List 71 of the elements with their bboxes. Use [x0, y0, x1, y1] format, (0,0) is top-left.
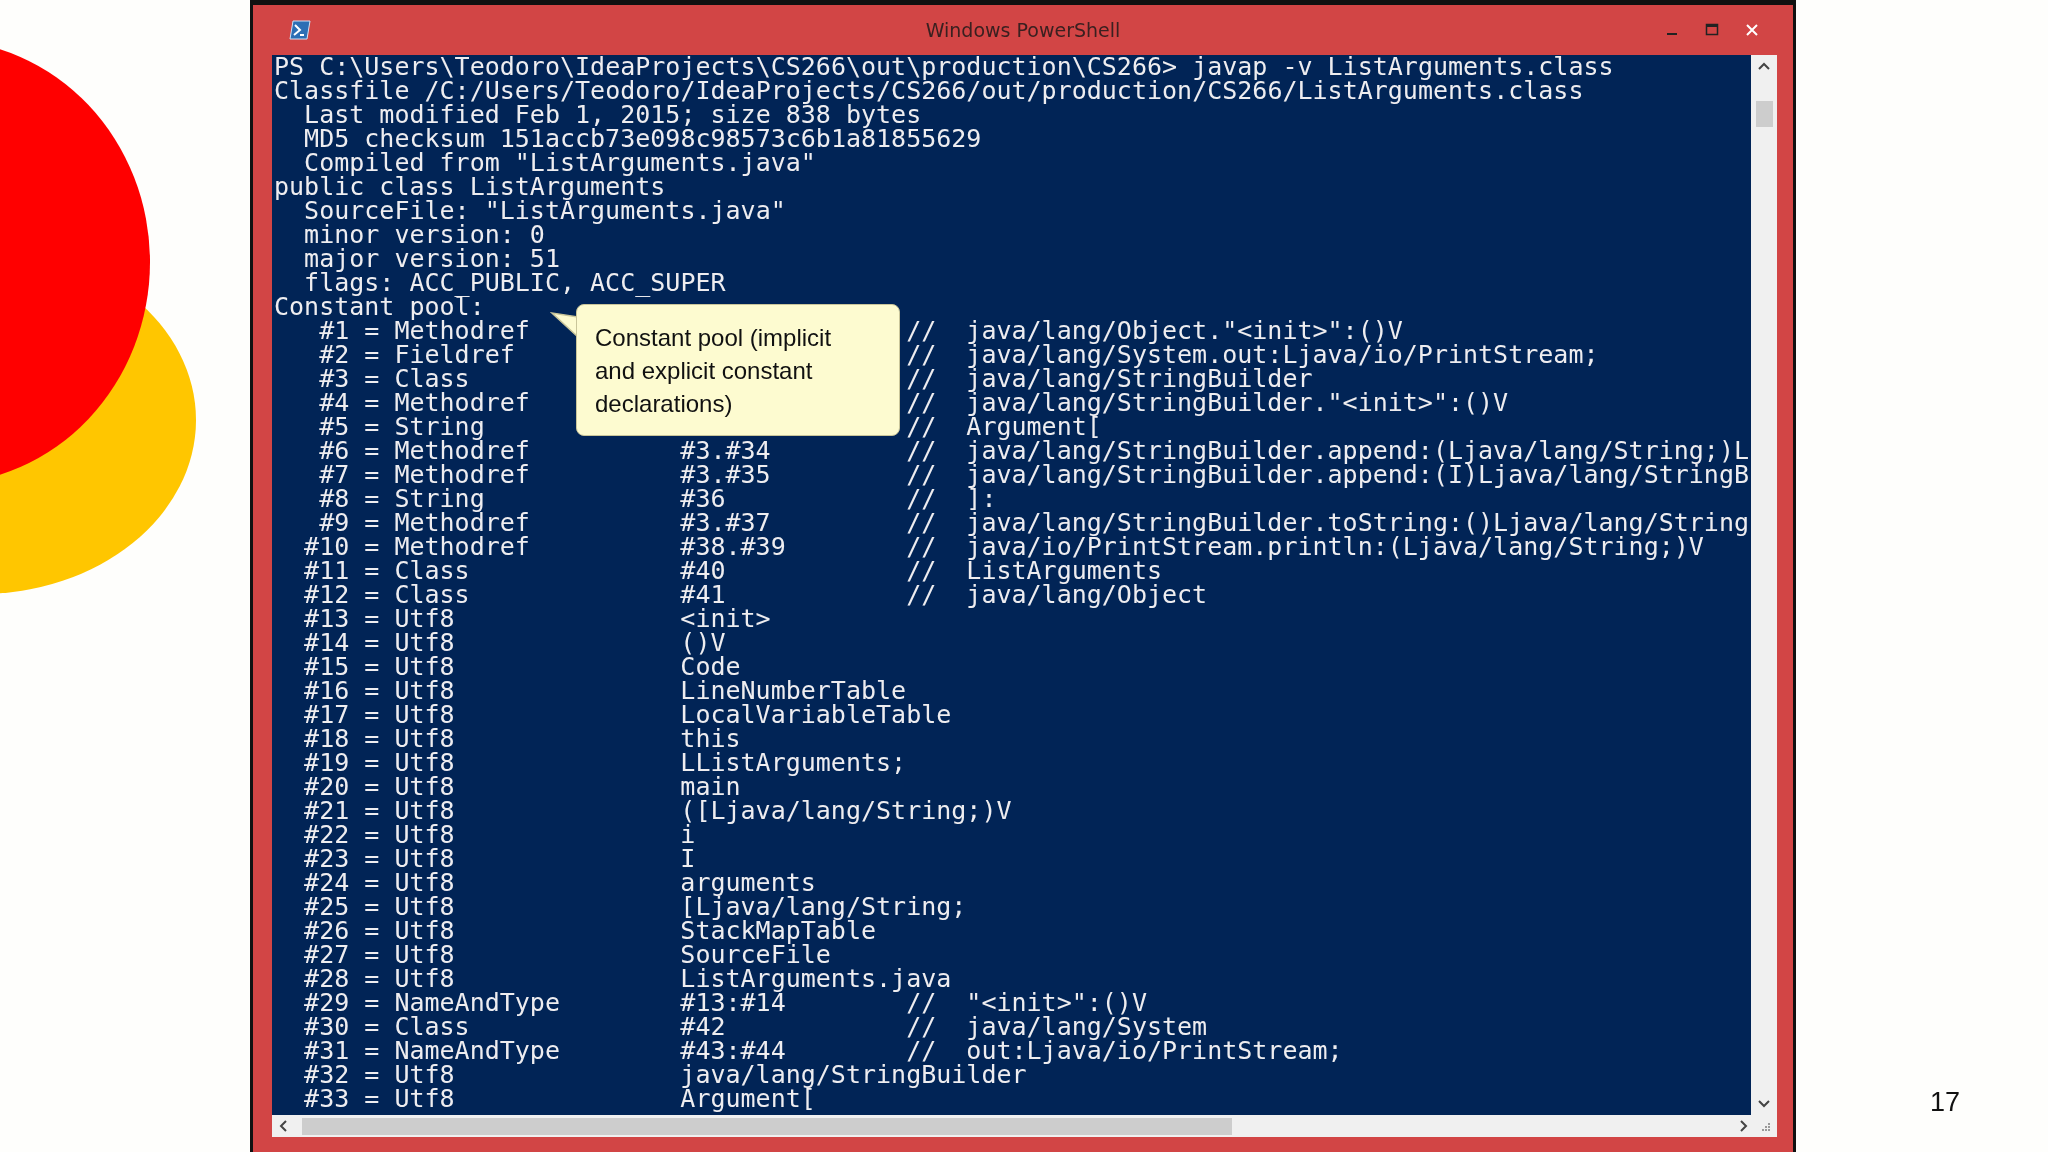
pool-index: #25 — [303, 895, 350, 919]
pool-index: #29 — [303, 991, 350, 1015]
pool-comment: // java/io/PrintStream.println:(Ljava/lang/String;)V — [906, 535, 1704, 559]
pool-comment: // java/lang/StringBuilder.toString:()Ljava/lang/String — [906, 511, 1749, 535]
console-line: SourceFile: "ListArguments.java" — [304, 199, 786, 223]
pool-index: #5 — [318, 415, 350, 439]
pool-index: #1 — [318, 319, 350, 343]
pool-index: #16 — [303, 679, 350, 703]
pool-index: #32 — [303, 1063, 350, 1087]
pool-index: #2 — [318, 343, 350, 367]
pool-index: #28 — [303, 967, 350, 991]
pool-comment: // java/lang/System.out:Ljava/io/PrintStream; — [906, 343, 1599, 367]
pool-index: #8 — [318, 487, 350, 511]
pool-comment: // java/lang/System — [906, 1015, 1208, 1039]
pool-comment: // java/lang/StringBuilder — [906, 367, 1313, 391]
console-line: major version: 51 — [304, 247, 560, 271]
pool-index: #4 — [318, 391, 350, 415]
console-line: public class ListArguments — [274, 175, 666, 199]
console-line: flags: ACC_PUBLIC, ACC_SUPER — [304, 271, 726, 295]
pool-comment: // java/lang/StringBuilder."<init>":()V — [906, 391, 1509, 415]
console-line: Classfile /C:/Users/Teodoro/IdeaProjects/CS266/out/production/CS266/ListArguments.class — [274, 79, 1584, 103]
console-line: Last modified Feb 1, 2015; size 838 bytes — [304, 103, 922, 127]
pool-index: #21 — [303, 799, 350, 823]
powershell-icon — [289, 20, 311, 40]
console-line: MD5 checksum 151accb73e098c98573c6b1a81855629 — [304, 127, 982, 151]
pool-index: #20 — [303, 775, 350, 799]
pool-comment: // java/lang/Object — [906, 583, 1208, 607]
callout: Constant pool (implicit and explicit constant declarations) — [576, 304, 900, 436]
pool-comment: // java/lang/StringBuilder.append:(I)Ljava/lang/StringB — [906, 463, 1749, 487]
constant-pool-heading: Constant pool: — [274, 295, 485, 319]
pool-comment: // ListArguments — [906, 559, 1162, 583]
pool-index: #26 — [303, 919, 350, 943]
window-title: Windows PowerShell — [925, 19, 1121, 41]
pool-index: #9 — [318, 511, 350, 535]
pool-comment: // "<init>":()V — [906, 991, 1147, 1015]
pool-index: #18 — [303, 727, 350, 751]
pool-comment: // java/lang/Object."<init>":()V — [906, 319, 1403, 343]
pool-index: #30 — [303, 1015, 350, 1039]
pool-index: #22 — [303, 823, 350, 847]
pool-index: #27 — [303, 943, 350, 967]
scroll-right-icon[interactable] — [1739, 1119, 1749, 1133]
pool-index: #10 — [303, 535, 350, 559]
console-line: Compiled from "ListArguments.java" — [304, 151, 816, 175]
pool-comment: // out:Ljava/io/PrintStream; — [906, 1039, 1343, 1063]
scroll-up-icon[interactable] — [1757, 61, 1771, 71]
scroll-left-icon[interactable] — [278, 1119, 288, 1133]
pool-comment: // java/lang/StringBuilder.append:(Ljava/lang/String;)L — [906, 439, 1749, 463]
pool-index: #13 — [303, 607, 350, 631]
pool-index: #19 — [303, 751, 350, 775]
pool-index: #15 — [303, 655, 350, 679]
pool-index: #14 — [303, 631, 350, 655]
pool-index: #7 — [318, 463, 350, 487]
pool-index: #24 — [303, 871, 350, 895]
scroll-down-icon[interactable] — [1757, 1099, 1771, 1109]
pool-index: #6 — [318, 439, 350, 463]
resize-grip-icon[interactable] — [1759, 1120, 1771, 1132]
pool-index: #3 — [318, 367, 350, 391]
maximize-icon[interactable] — [1705, 23, 1719, 37]
pool-index: #17 — [303, 703, 350, 727]
close-icon[interactable] — [1745, 23, 1759, 37]
pool-comment: // Argument[ — [906, 415, 1102, 439]
pool-index: #33 — [303, 1087, 350, 1111]
pool-index: #31 — [303, 1039, 350, 1063]
page-number: 17 — [1929, 1087, 1960, 1118]
pool-index: #23 — [303, 847, 350, 871]
pool-index: #11 — [303, 559, 350, 583]
pool-value: ListArguments.java — [680, 964, 952, 993]
pool-comment: // ]: — [906, 487, 997, 511]
pool-index: #12 — [303, 583, 350, 607]
console-line: minor version: 0 — [304, 223, 545, 247]
prompt-line: PS C:\Users\Teodoro\IdeaProjects\CS266\out\production\CS266> javap -v ListArguments.class — [274, 55, 1614, 79]
